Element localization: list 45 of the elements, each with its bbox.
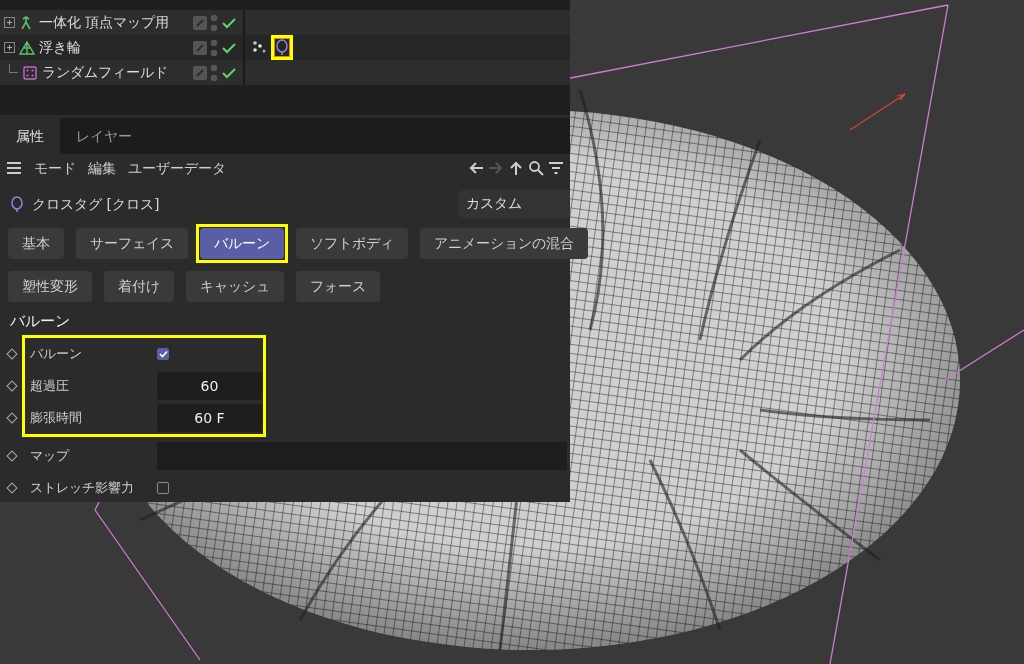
visibility-dots-icon: [210, 13, 218, 32]
check-icon: [221, 65, 237, 80]
attribute-label: ストレッチ影響力: [29, 478, 135, 497]
expand-icon[interactable]: [4, 42, 15, 53]
edit-icon: [193, 15, 207, 30]
number-field[interactable]: 60: [157, 371, 262, 400]
edit-icon: [193, 40, 207, 55]
attribute-label: 膨張時間: [29, 408, 83, 427]
page-tab[interactable]: キャッシュ: [186, 271, 284, 302]
menu-item[interactable]: 編集: [88, 157, 116, 179]
page-tab[interactable]: サーフェイス: [76, 228, 188, 259]
menu-item[interactable]: モード: [34, 157, 76, 179]
page-tab[interactable]: ソフトボディ: [296, 228, 408, 259]
check-icon: [221, 15, 237, 30]
dice-icon: [22, 64, 38, 81]
filter-icon[interactable]: [548, 160, 564, 176]
check-icon: [221, 40, 237, 55]
balloon-icon: [10, 195, 24, 213]
attribute-label: バルーン: [29, 344, 83, 363]
up-arrow-icon[interactable]: [508, 160, 524, 176]
preset-dropdown[interactable]: カスタム: [458, 190, 570, 218]
back-arrow-icon[interactable]: [468, 160, 484, 176]
checkbox[interactable]: [157, 481, 169, 494]
menu-item[interactable]: ユーザーデータ: [128, 157, 226, 179]
number-field[interactable]: 60 F: [157, 403, 262, 432]
object-title: クロスタグ [クロス]: [32, 194, 160, 214]
page-tab[interactable]: 基本: [8, 228, 64, 259]
menu-icon[interactable]: [6, 161, 22, 175]
page-tab[interactable]: フォース: [296, 271, 380, 302]
page-tab[interactable]: バルーン: [200, 228, 284, 259]
section-title: バルーン: [9, 311, 71, 332]
edit-icon: [193, 65, 207, 80]
page-tab[interactable]: 塑性変形: [8, 271, 92, 302]
attribute-label: 超過圧: [29, 376, 70, 395]
visibility-dots-icon: [210, 38, 218, 57]
expand-icon[interactable]: [4, 17, 15, 28]
checkbox[interactable]: [157, 347, 169, 360]
attribute-label: マップ: [29, 446, 71, 465]
page-tab[interactable]: 着付け: [104, 271, 174, 302]
panel-tab[interactable]: レイヤー: [60, 118, 148, 154]
page-tab[interactable]: アニメーションの混合: [420, 228, 588, 259]
visibility-dots-icon: [210, 63, 218, 82]
triangle-mesh-icon: [19, 39, 35, 56]
search-icon[interactable]: [528, 160, 544, 176]
panel-tab[interactable]: 属性: [0, 118, 60, 154]
